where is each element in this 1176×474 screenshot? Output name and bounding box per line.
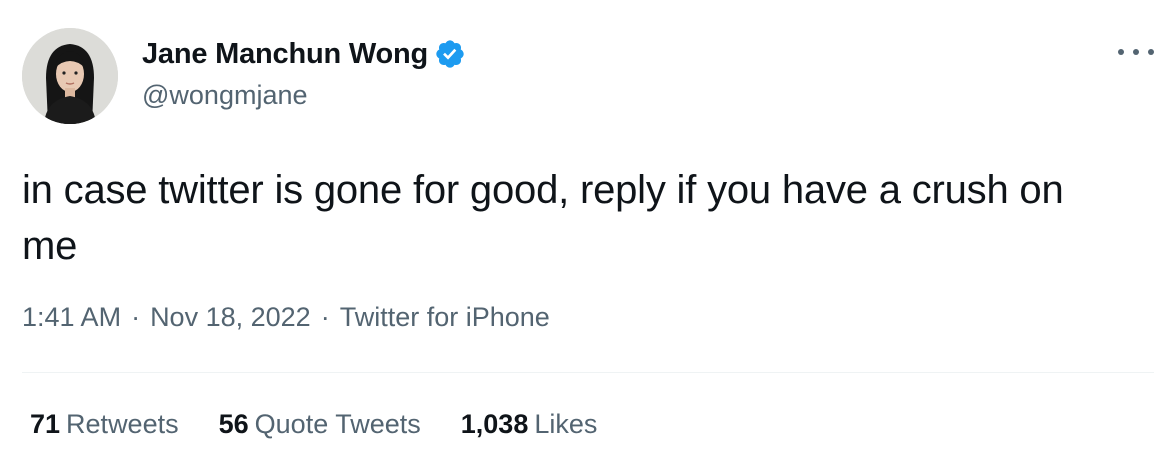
retweets-label: Retweets — [66, 409, 179, 439]
likes-count: 1,038 — [460, 409, 529, 439]
avatar-image — [22, 28, 118, 124]
display-name[interactable]: Jane Manchun Wong — [142, 38, 428, 71]
quote-tweets-stat[interactable]: 56 Quote Tweets — [219, 409, 421, 440]
quote-tweets-label: Quote Tweets — [254, 409, 421, 439]
tweet-stats: 71 Retweets 56 Quote Tweets 1,038 Likes — [30, 409, 637, 440]
handle[interactable]: @wongmjane — [142, 80, 466, 111]
tweet-date[interactable]: Nov 18, 2022 — [150, 302, 311, 332]
meta-separator: · — [320, 302, 330, 332]
tweet-text: in case twitter is gone for good, reply … — [22, 168, 1064, 268]
tweet-time[interactable]: 1:41 AM — [22, 302, 121, 332]
tweet-card: Jane Manchun Wong @wongmjane in case twi… — [0, 0, 1176, 474]
more-horizontal-icon[interactable] — [1118, 40, 1154, 64]
likes-label: Likes — [534, 409, 598, 439]
meta-separator: · — [131, 302, 141, 332]
divider — [22, 372, 1154, 373]
tweet-source[interactable]: Twitter for iPhone — [340, 302, 550, 332]
likes-stat[interactable]: 1,038 Likes — [461, 409, 598, 440]
quote-tweets-count: 56 — [218, 409, 249, 439]
retweets-stat[interactable]: 71 Retweets — [30, 409, 179, 440]
avatar[interactable] — [22, 28, 118, 124]
retweets-count: 71 — [30, 409, 61, 439]
author-info: Jane Manchun Wong @wongmjane — [142, 36, 466, 111]
verified-badge-icon — [434, 38, 466, 70]
tweet-meta: 1:41 AM · Nov 18, 2022 · Twitter for iPhone — [22, 302, 550, 333]
name-row: Jane Manchun Wong — [142, 36, 466, 72]
